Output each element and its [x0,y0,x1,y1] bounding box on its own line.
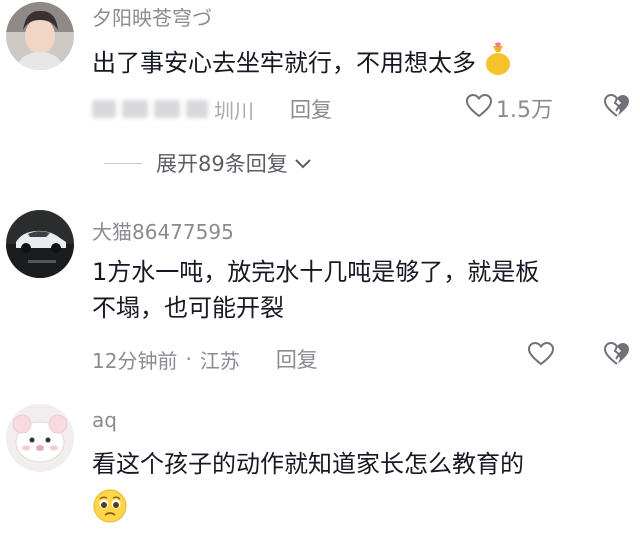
comment-meta: 12分钟前 · 江苏 回复 [92,344,318,374]
money-bag-emoji [484,42,512,86]
username[interactable]: 大猫86477595 [92,216,234,245]
broken-heart-icon [603,93,630,122]
blurred-info [186,100,208,118]
avatar[interactable] [6,404,74,472]
comment-item: 大猫86477595 1方水一吨，放完水十几吨是够了，就是板 不塌，也可能开裂 … [0,208,640,388]
divider [104,162,142,164]
pleading-face-emoji [92,488,524,534]
like-button[interactable] [527,341,555,370]
location-text: 圳川 [214,98,254,123]
avatar[interactable] [6,2,74,70]
comment-item: aq 看这个孩子的动作就知道家长怎么教育的 [0,404,640,536]
expand-replies-button[interactable]: 展开89条回复 [104,148,312,178]
location-text: 江苏 [199,348,240,373]
dislike-button[interactable] [603,341,630,370]
reply-button[interactable]: 回复 [290,94,332,124]
blurred-info [122,100,148,118]
blurred-info [92,100,116,118]
heart-icon [527,341,555,370]
like-count: 1.5万 [496,98,553,123]
comment-meta: 圳川 回复 [92,94,332,124]
heart-icon [465,93,493,122]
blurred-info [154,100,180,118]
dislike-button[interactable] [603,93,630,122]
expand-replies-label: 展开89条回复 [156,152,288,176]
broken-heart-icon [603,341,630,370]
username[interactable]: 夕阳映苍穹づ [92,2,212,31]
chevron-down-icon [294,151,312,175]
avatar[interactable] [6,210,74,278]
separator: · [185,347,192,371]
comment-text: 出了事安心去坐牢就行，不用想太多 [92,42,512,86]
comment-item: 夕阳映苍穹づ 出了事安心去坐牢就行，不用想太多 圳川 回复 1.5万 展开89条… [0,0,640,190]
comment-text-line: 不塌，也可能开裂 [92,294,284,322]
username[interactable]: aq [92,408,117,432]
comment-text-line: 1方水一吨，放完水十几吨是够了，就是板 [92,258,540,286]
timestamp: 12分钟前 [92,348,178,373]
comment-text-body: 出了事安心去坐牢就行，不用想太多 [92,49,476,77]
like-button[interactable]: 1.5万 [465,92,553,124]
reply-button[interactable]: 回复 [276,344,318,374]
comment-text: 1方水一吨，放完水十几吨是够了，就是板 不塌，也可能开裂 [92,254,539,326]
comment-text: 看这个孩子的动作就知道家长怎么教育的 [92,446,524,534]
comment-text-line: 看这个孩子的动作就知道家长怎么教育的 [92,450,524,478]
